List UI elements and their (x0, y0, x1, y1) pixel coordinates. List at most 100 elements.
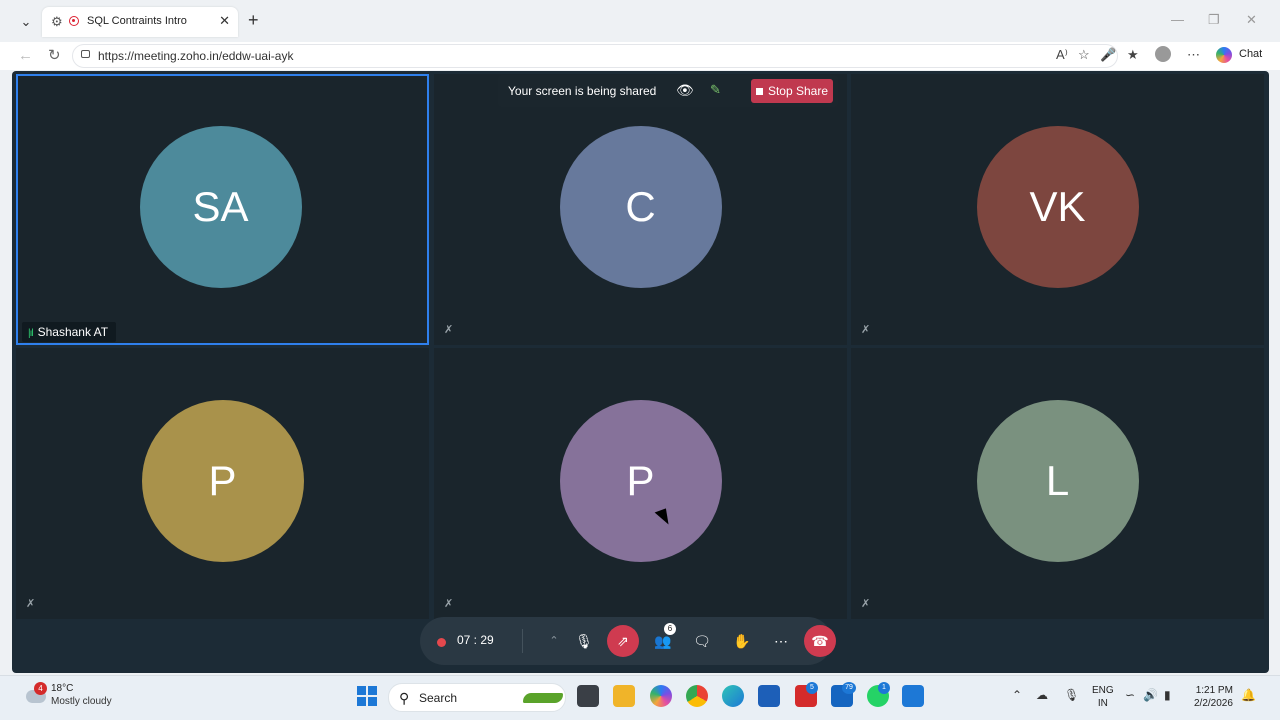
participant-avatar: P (559, 400, 722, 562)
participant-count-badge: 6 (664, 623, 676, 635)
tab-list-chevron-icon[interactable]: ⌄ (16, 12, 36, 32)
meeting-control-bar: 07 : 29 ⌃ 🎙 ⇗ 👥 6 🗨 ✋ ⋯ ☎ (420, 617, 836, 665)
mic-icon: 🎙 (575, 633, 593, 649)
hang-up-icon: ☎ (811, 633, 829, 649)
onedrive-icon[interactable]: ☁ (1036, 688, 1048, 702)
temperature[interactable]: 18°C (51, 683, 73, 694)
participant-tile[interactable]: L ✗ (851, 348, 1264, 619)
meeting-area: SA |ıl Shashank AT C ✗ VK ✗ P ✗ P ✗ L ✗ Y… (12, 71, 1269, 673)
store-icon[interactable] (758, 685, 780, 707)
search-highlight-graphic (523, 693, 563, 703)
url-text: https://meeting.zoho.in/eddw-uai-ayk (98, 49, 294, 63)
restore-icon[interactable]: ❐ (1208, 12, 1220, 28)
participant-tile[interactable]: P ✗ (16, 348, 429, 619)
address-toolbar: ← ↻ https://meeting.zoho.in/eddw-uai-ayk… (0, 42, 1280, 70)
chat-button[interactable]: 🗨 (686, 625, 718, 657)
system-clock[interactable]: 1:21 PM 2/2/2026 (1194, 684, 1233, 710)
whatsapp-badge: 1 (878, 682, 890, 694)
stop-share-button[interactable]: Stop Share (751, 79, 833, 103)
mic-tray-icon[interactable]: 🎙 (1064, 688, 1079, 702)
meeting-timer: 07 : 29 (457, 633, 494, 647)
mic-muted-icon: ✗ (444, 598, 454, 610)
zoho-meeting-app-icon[interactable] (902, 685, 924, 707)
task-view-icon[interactable] (577, 685, 599, 707)
pen-icon[interactable]: ✎ (710, 82, 721, 98)
file-explorer-icon[interactable] (613, 685, 635, 707)
more-options-button[interactable]: ⋯ (765, 625, 797, 657)
lock-icon (81, 50, 90, 58)
weather-condition[interactable]: Mostly cloudy (51, 696, 112, 707)
mic-muted-icon: ✗ (444, 324, 454, 336)
close-window-icon[interactable]: ✕ (1246, 12, 1257, 28)
copilot-app-icon[interactable] (650, 685, 672, 707)
close-tab-icon[interactable]: ✕ (219, 13, 230, 29)
participant-tile[interactable]: VK ✗ (851, 74, 1264, 345)
language-indicator[interactable]: ENG IN (1092, 684, 1114, 710)
reactions-button[interactable]: ✋ (726, 625, 758, 657)
browser-tab-bar: ⌄ ⚙ SQL Contraints Intro ✕ + — ❐ ✕ (0, 0, 1280, 42)
mic-muted-icon: ✗ (861, 324, 871, 336)
edge-icon[interactable] (722, 685, 744, 707)
share-screen-icon: ⇗ (617, 633, 629, 649)
settings-icon: ⚙ (51, 14, 63, 29)
region-label: IN (1097, 698, 1108, 709)
mail-badge: 79 (842, 682, 856, 694)
menu-dots-icon[interactable]: ⋯ (1187, 47, 1200, 63)
mic-browser-icon[interactable]: 🎤 (1100, 47, 1116, 63)
participant-avatar: P (141, 400, 304, 562)
mic-muted-icon: ✗ (26, 598, 36, 610)
weather-badge: 4 (34, 682, 47, 695)
eye-icon[interactable]: 👁 (676, 82, 694, 99)
favorite-star-icon[interactable]: ☆ (1078, 47, 1090, 63)
favorites-list-icon[interactable]: ★ (1127, 47, 1139, 63)
chat-button[interactable]: Chat (1239, 48, 1262, 60)
read-aloud-icon[interactable]: A⁾ (1056, 47, 1068, 63)
taskbar-search[interactable]: ⚲ Search (388, 683, 566, 712)
more-icon: ⋯ (774, 633, 788, 649)
battery-icon[interactable]: ▮ (1164, 688, 1171, 702)
minimize-icon[interactable]: — (1171, 12, 1184, 27)
mic-muted-icon: ✗ (861, 598, 871, 610)
back-arrow-icon[interactable]: ← (18, 47, 33, 65)
browser-tab-active[interactable]: ⚙ SQL Contraints Intro ✕ (42, 7, 238, 37)
hang-up-button[interactable]: ☎ (804, 625, 836, 657)
record-icon (69, 16, 79, 26)
participant-tile[interactable]: SA |ıl Shashank AT (16, 74, 429, 345)
share-screen-button[interactable]: ⇗ (607, 625, 639, 657)
stop-share-label: Stop Share (767, 84, 829, 98)
address-bar[interactable]: https://meeting.zoho.in/eddw-uai-ayk (72, 44, 1118, 68)
search-icon: ⚲ (399, 690, 410, 706)
participant-name: Shashank AT (37, 325, 109, 339)
participant-avatar: VK (976, 126, 1139, 288)
participant-avatar: C (559, 126, 722, 288)
participant-tile[interactable]: P ✗ (434, 348, 847, 619)
participant-tile[interactable]: C ✗ (434, 74, 847, 345)
divider (522, 629, 523, 653)
language-label: ENG (1092, 685, 1114, 696)
profile-avatar-icon[interactable] (1155, 46, 1171, 62)
reactions-icon: ✋ (733, 633, 751, 649)
stop-square-icon (755, 88, 763, 95)
chrome-icon[interactable] (686, 685, 708, 707)
mic-button[interactable]: 🎙 (568, 625, 600, 657)
refresh-icon[interactable]: ↻ (48, 47, 61, 65)
participant-name-tag: |ıl Shashank AT (22, 322, 117, 342)
share-status-text: Your screen is being shared (508, 84, 657, 98)
notification-bell-icon[interactable]: 🔔 (1241, 688, 1256, 702)
chevron-up-tray-icon[interactable]: ⌃ (1012, 688, 1022, 702)
windows-taskbar: 4 18°C Mostly cloudy ⚲ Search 5 79 1 ⌃ ☁… (0, 675, 1280, 720)
participant-avatar: SA (139, 126, 302, 288)
clock-date: 2/2/2026 (1194, 698, 1233, 709)
wifi-icon[interactable]: ∽ (1125, 688, 1135, 702)
audio-level-icon: |ıl (28, 328, 34, 339)
copilot-icon[interactable] (1216, 47, 1232, 63)
chevron-up-icon[interactable]: ⌃ (538, 625, 570, 657)
windows-start-icon[interactable] (357, 686, 377, 706)
tab-title: SQL Contraints Intro (87, 15, 187, 27)
screen-share-banner: Your screen is being shared 👁 ✎ Stop Sha… (498, 75, 838, 107)
clock-time: 1:21 PM (1195, 685, 1233, 696)
l-app-badge: 5 (806, 682, 818, 694)
volume-icon[interactable]: 🔊 (1143, 688, 1158, 702)
new-tab-plus-icon[interactable]: + (248, 10, 259, 30)
participant-avatar: L (976, 400, 1139, 562)
